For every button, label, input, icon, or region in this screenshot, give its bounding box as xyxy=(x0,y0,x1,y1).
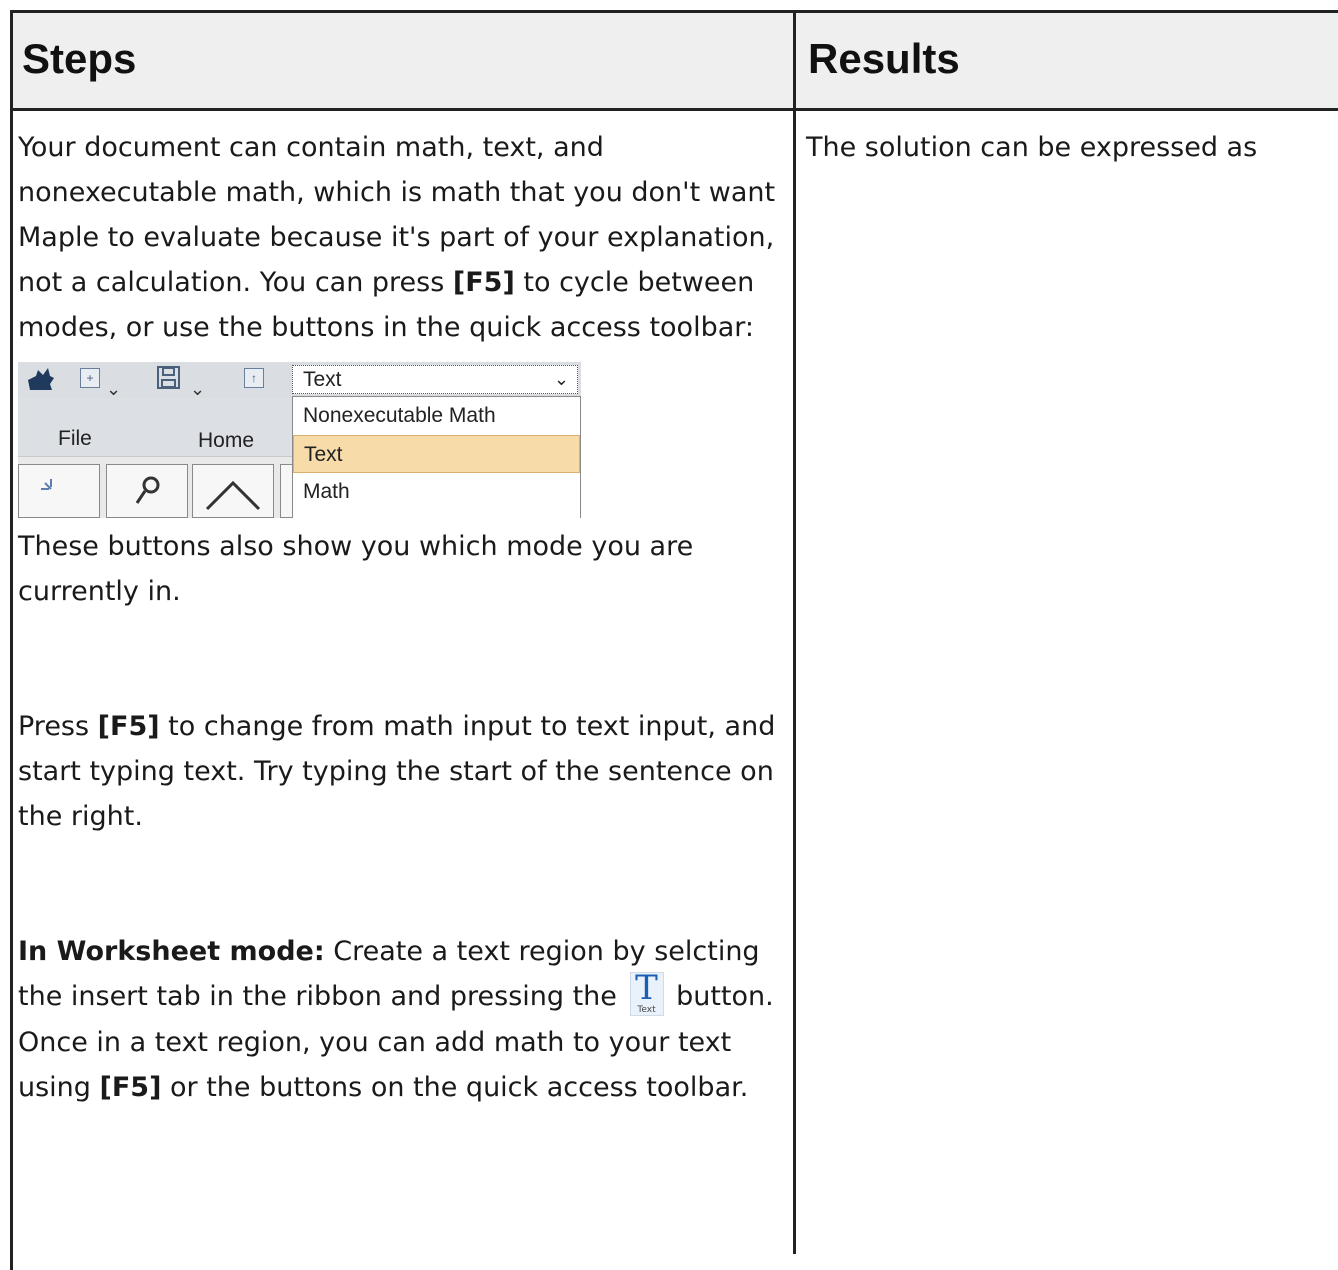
sparkle-icon xyxy=(41,479,52,490)
steps-paragraph-worksheet: In Worksheet mode: Create a text region … xyxy=(18,936,774,1103)
steps-column: Your document can contain math, text, an… xyxy=(18,125,788,1110)
chevron-down-icon: ⌄ xyxy=(106,379,122,399)
mode-dropdown-list: Nonexecutable Math Text Math xyxy=(292,396,581,518)
save-icon xyxy=(157,366,180,389)
mode-option-text[interactable]: Text xyxy=(293,435,580,473)
text-region-icon: T Text xyxy=(629,971,664,1016)
steps-paragraph-f5: Press [F5] to change from math input to … xyxy=(18,711,776,832)
key-icon xyxy=(135,476,160,504)
chevron-down-icon: ⌄ xyxy=(190,379,206,399)
f5-key: [F5] xyxy=(97,711,160,742)
tab-file: File xyxy=(58,427,92,450)
new-document-icon: + xyxy=(80,368,100,388)
steps-paragraph-intro: Your document can contain math, text, an… xyxy=(18,132,776,343)
chevron-down-icon: ⌄ xyxy=(553,369,569,389)
mode-option-math[interactable]: Math xyxy=(293,473,580,511)
column-divider xyxy=(793,10,796,1254)
worksheet-mode-label: In Worksheet mode: xyxy=(18,936,325,967)
quick-access-toolbar-screenshot: + ⌄ ⌄ ↑ File Home Text ⌄ Nonexecutable M… xyxy=(18,362,581,518)
mode-select-value: Text xyxy=(303,368,342,391)
mode-select[interactable]: Text ⌄ xyxy=(292,365,578,394)
f5-key: [F5] xyxy=(99,1071,162,1103)
results-header: Results xyxy=(808,35,960,82)
upload-icon: ↑ xyxy=(244,368,264,388)
results-column: The solution can be expressed as xyxy=(806,125,1336,170)
curve-icon xyxy=(205,480,261,511)
maple-leaf-icon xyxy=(28,368,54,390)
mode-option-nonexecutable-math[interactable]: Nonexecutable Math xyxy=(293,397,580,435)
results-text: The solution can be expressed as xyxy=(806,132,1258,163)
tab-home: Home xyxy=(198,429,255,452)
f5-key: [F5] xyxy=(452,267,515,298)
steps-paragraph-mode-indicator: These buttons also show you which mode y… xyxy=(18,531,694,607)
steps-header: Steps xyxy=(22,35,137,82)
